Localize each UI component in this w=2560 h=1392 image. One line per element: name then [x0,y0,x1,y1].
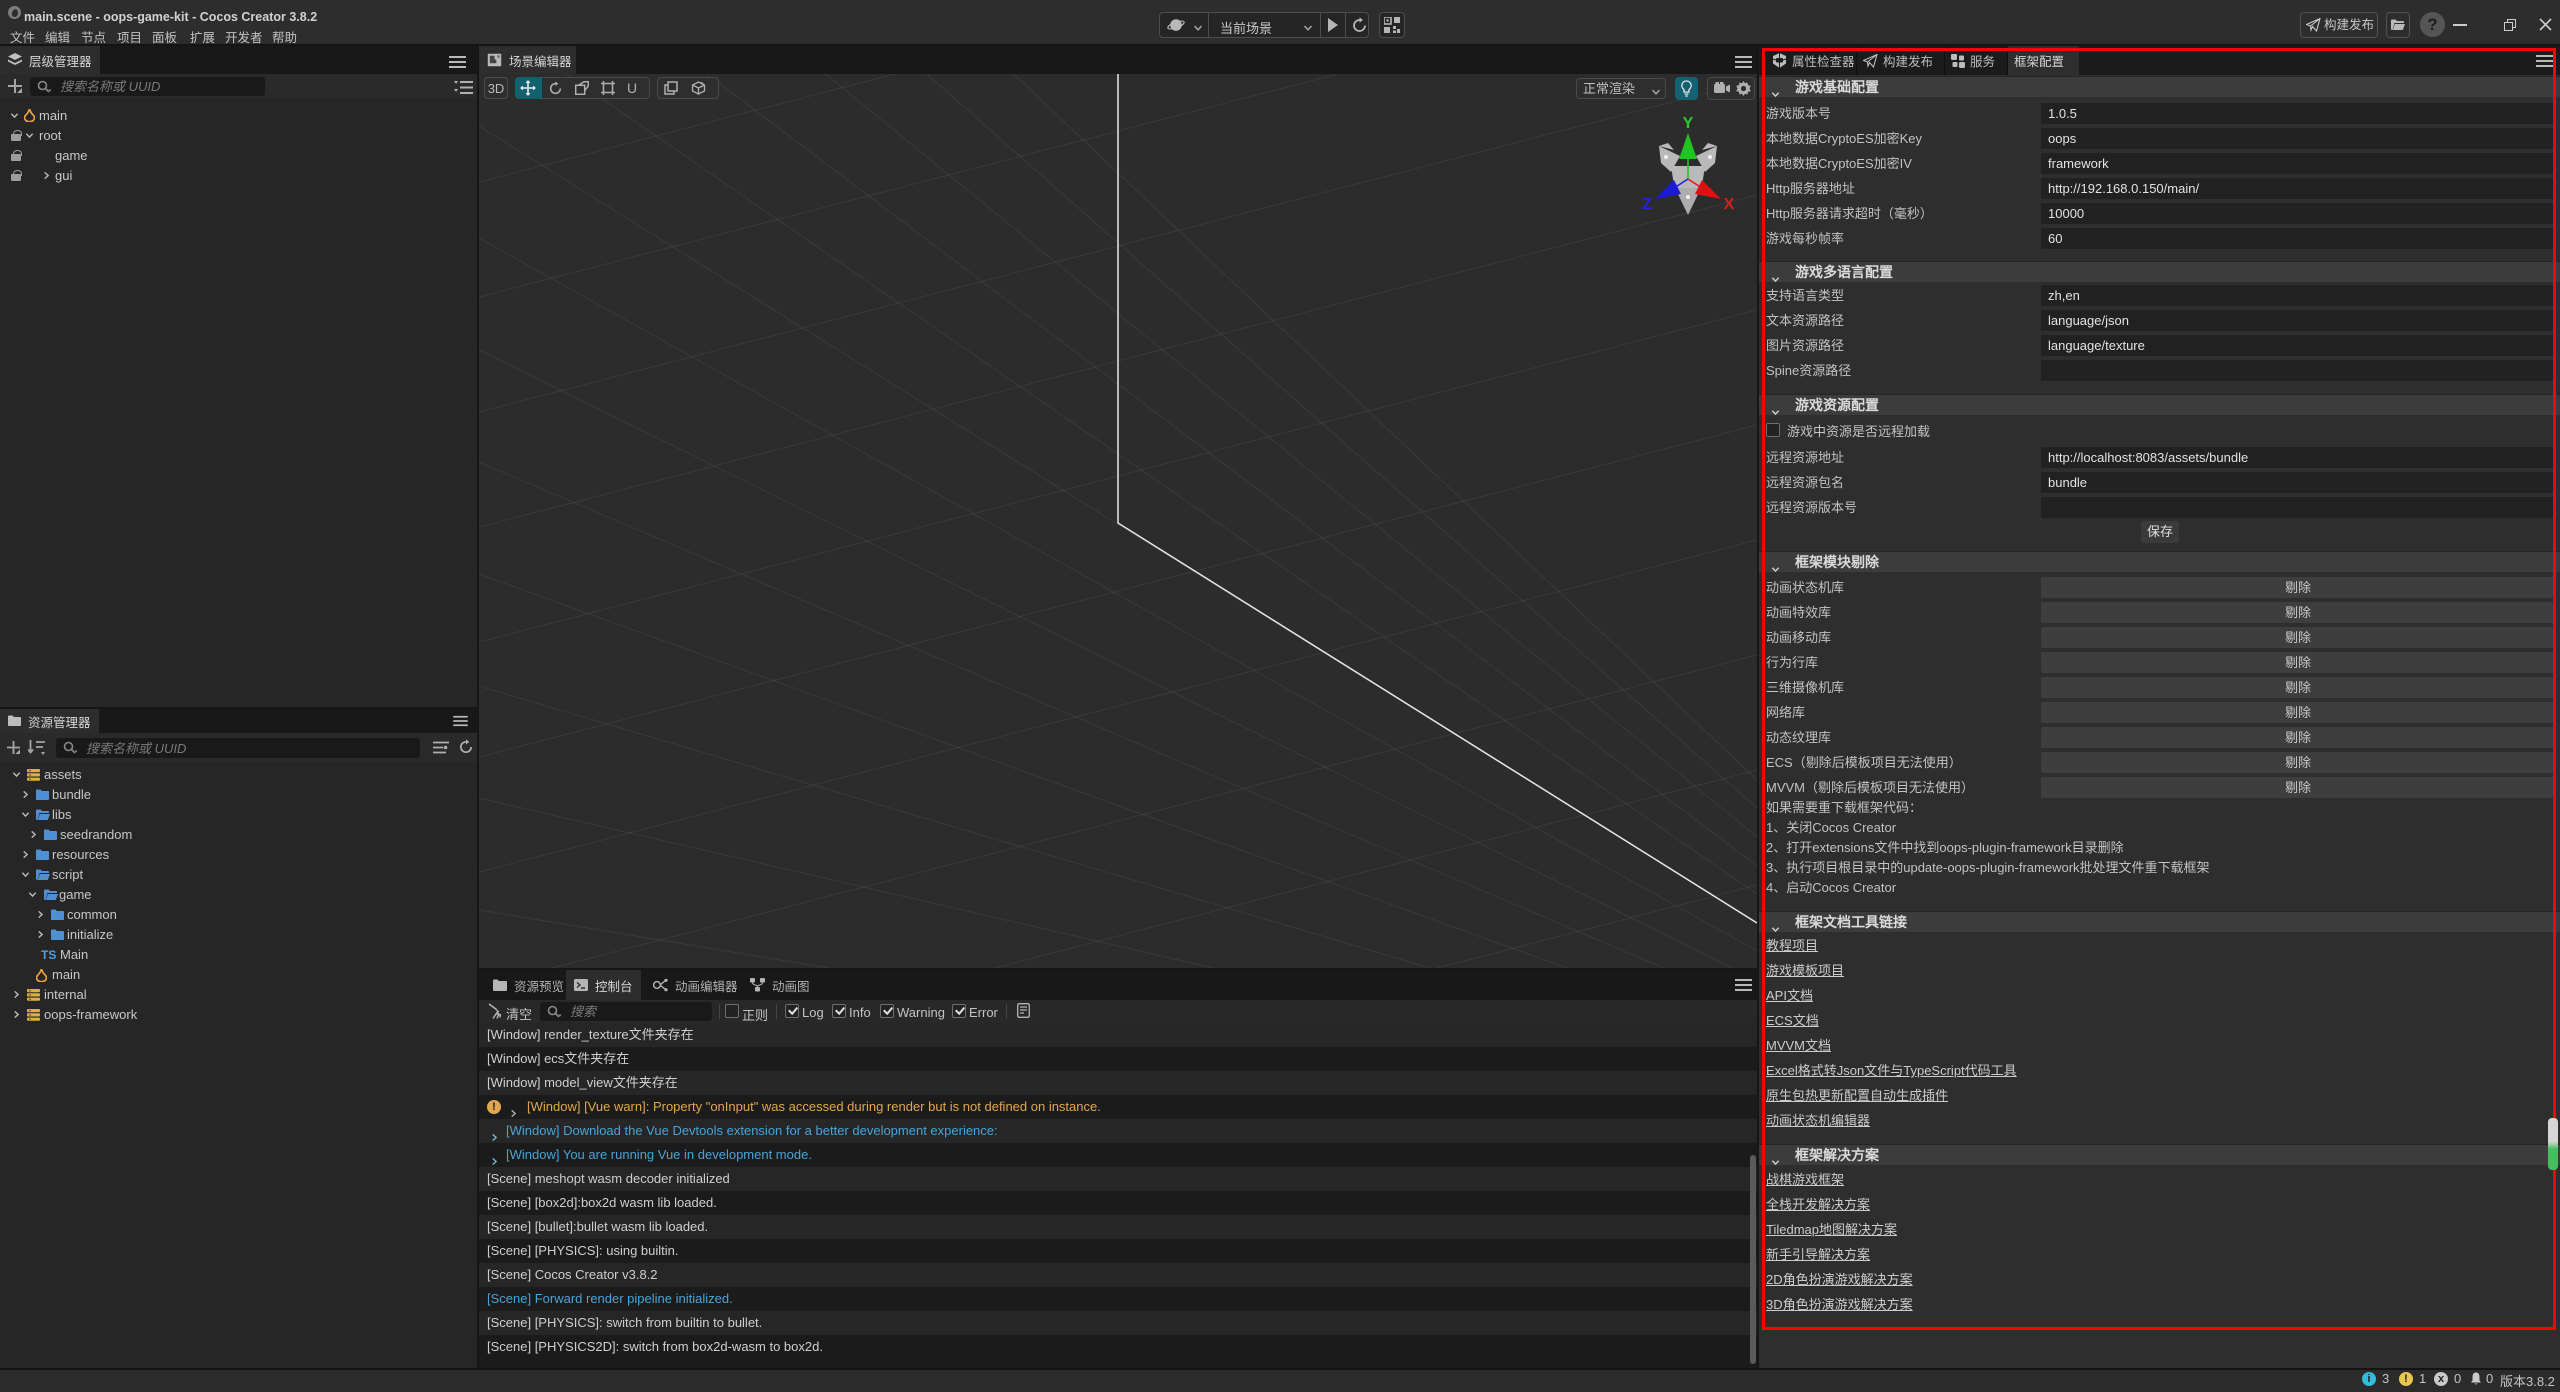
svg-text:Z: Z [1642,196,1652,213]
svg-text:X: X [1724,196,1735,213]
svg-text:Y: Y [1683,116,1694,132]
